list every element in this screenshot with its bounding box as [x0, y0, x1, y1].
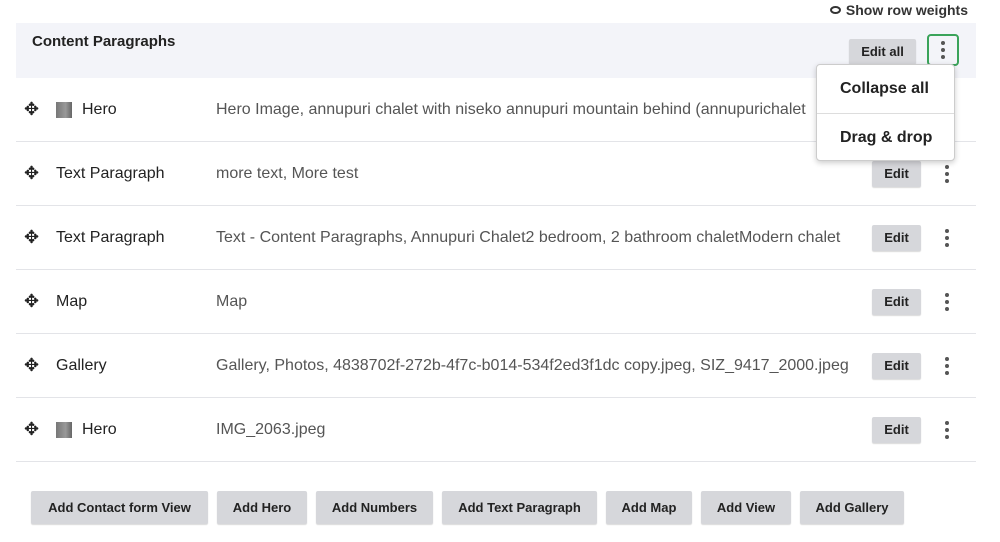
more-actions-button[interactable] [927, 34, 959, 66]
drag-handle-icon[interactable]: ✥ [24, 419, 39, 440]
paragraph-type: Text Paragraph [56, 164, 165, 182]
kebab-icon [945, 228, 949, 247]
edit-button[interactable]: Edit [872, 288, 921, 315]
add-paragraph-button[interactable]: Add Map [606, 491, 692, 524]
row-actions-button[interactable] [941, 356, 953, 375]
drag-handle-icon[interactable]: ✥ [24, 227, 39, 248]
drag-handle-icon[interactable]: ✥ [24, 99, 39, 120]
edit-all-button[interactable]: Edit all [849, 39, 916, 64]
paragraph-row: ✥ Map Map Edit [16, 270, 976, 334]
row-actions-button[interactable] [941, 292, 953, 311]
eye-icon [829, 6, 841, 14]
section-title: Content Paragraphs [32, 33, 176, 50]
paragraph-type: Text Paragraph [56, 228, 165, 246]
image-thumbnail [56, 421, 72, 438]
row-actions-button[interactable] [941, 164, 953, 183]
kebab-icon [945, 164, 949, 183]
paragraph-type: Map [56, 292, 88, 310]
paragraph-type: Gallery [56, 356, 107, 374]
actions-dropdown-menu: Collapse all Drag & drop [816, 64, 955, 161]
kebab-icon [945, 420, 949, 439]
show-row-weights-label: Show row weights [845, 2, 968, 18]
kebab-icon [945, 356, 949, 375]
row-actions-button[interactable] [941, 420, 953, 439]
drag-handle-icon[interactable]: ✥ [24, 355, 39, 376]
menu-item-drag-drop[interactable]: Drag & drop [817, 113, 954, 161]
edit-button[interactable]: Edit [872, 224, 921, 251]
paragraph-type: Hero [82, 100, 117, 118]
add-paragraph-button[interactable]: Add View [701, 491, 791, 524]
paragraph-summary: Text - Content Paragraphs, Annupuri Chal… [216, 228, 841, 246]
paragraph-summary: Gallery, Photos, 4838702f-272b-4f7c-b014… [216, 356, 849, 374]
paragraph-row: ✥ Text Paragraph Text - Content Paragraphs… [16, 206, 976, 270]
drag-handle-icon[interactable]: ✥ [24, 163, 39, 184]
add-paragraph-button[interactable]: Add Gallery [800, 491, 904, 524]
add-paragraph-button[interactable]: Add Hero [217, 491, 307, 524]
add-paragraph-button[interactable]: Add Numbers [316, 491, 433, 524]
edit-button[interactable]: Edit [872, 352, 921, 379]
edit-button[interactable]: Edit [872, 160, 921, 187]
kebab-icon [941, 41, 945, 59]
drag-handle-icon[interactable]: ✥ [24, 291, 39, 312]
paragraph-summary: Hero Image, annupuri chalet with niseko … [216, 100, 806, 118]
paragraph-type: Hero [82, 420, 117, 438]
add-paragraph-button[interactable]: Add Text Paragraph [442, 491, 597, 524]
row-actions-button[interactable] [941, 228, 953, 247]
kebab-icon [945, 292, 949, 311]
paragraph-row: ✥ Gallery Gallery, Photos, 4838702f-272b-4… [16, 334, 976, 398]
menu-item-collapse-all[interactable]: Collapse all [817, 65, 954, 113]
edit-button[interactable]: Edit [872, 416, 921, 443]
add-paragraph-button[interactable]: Add Contact form View [31, 491, 208, 524]
paragraph-summary: more text, More test [216, 164, 359, 182]
paragraph-summary: IMG_2063.jpeg [216, 420, 326, 438]
show-row-weights-link[interactable]: Show row weights [829, 2, 968, 18]
image-thumbnail [56, 101, 72, 118]
paragraph-row: ✥ Hero IMG_2063.jpeg Edit [16, 398, 976, 462]
paragraph-summary: Map [216, 292, 248, 310]
